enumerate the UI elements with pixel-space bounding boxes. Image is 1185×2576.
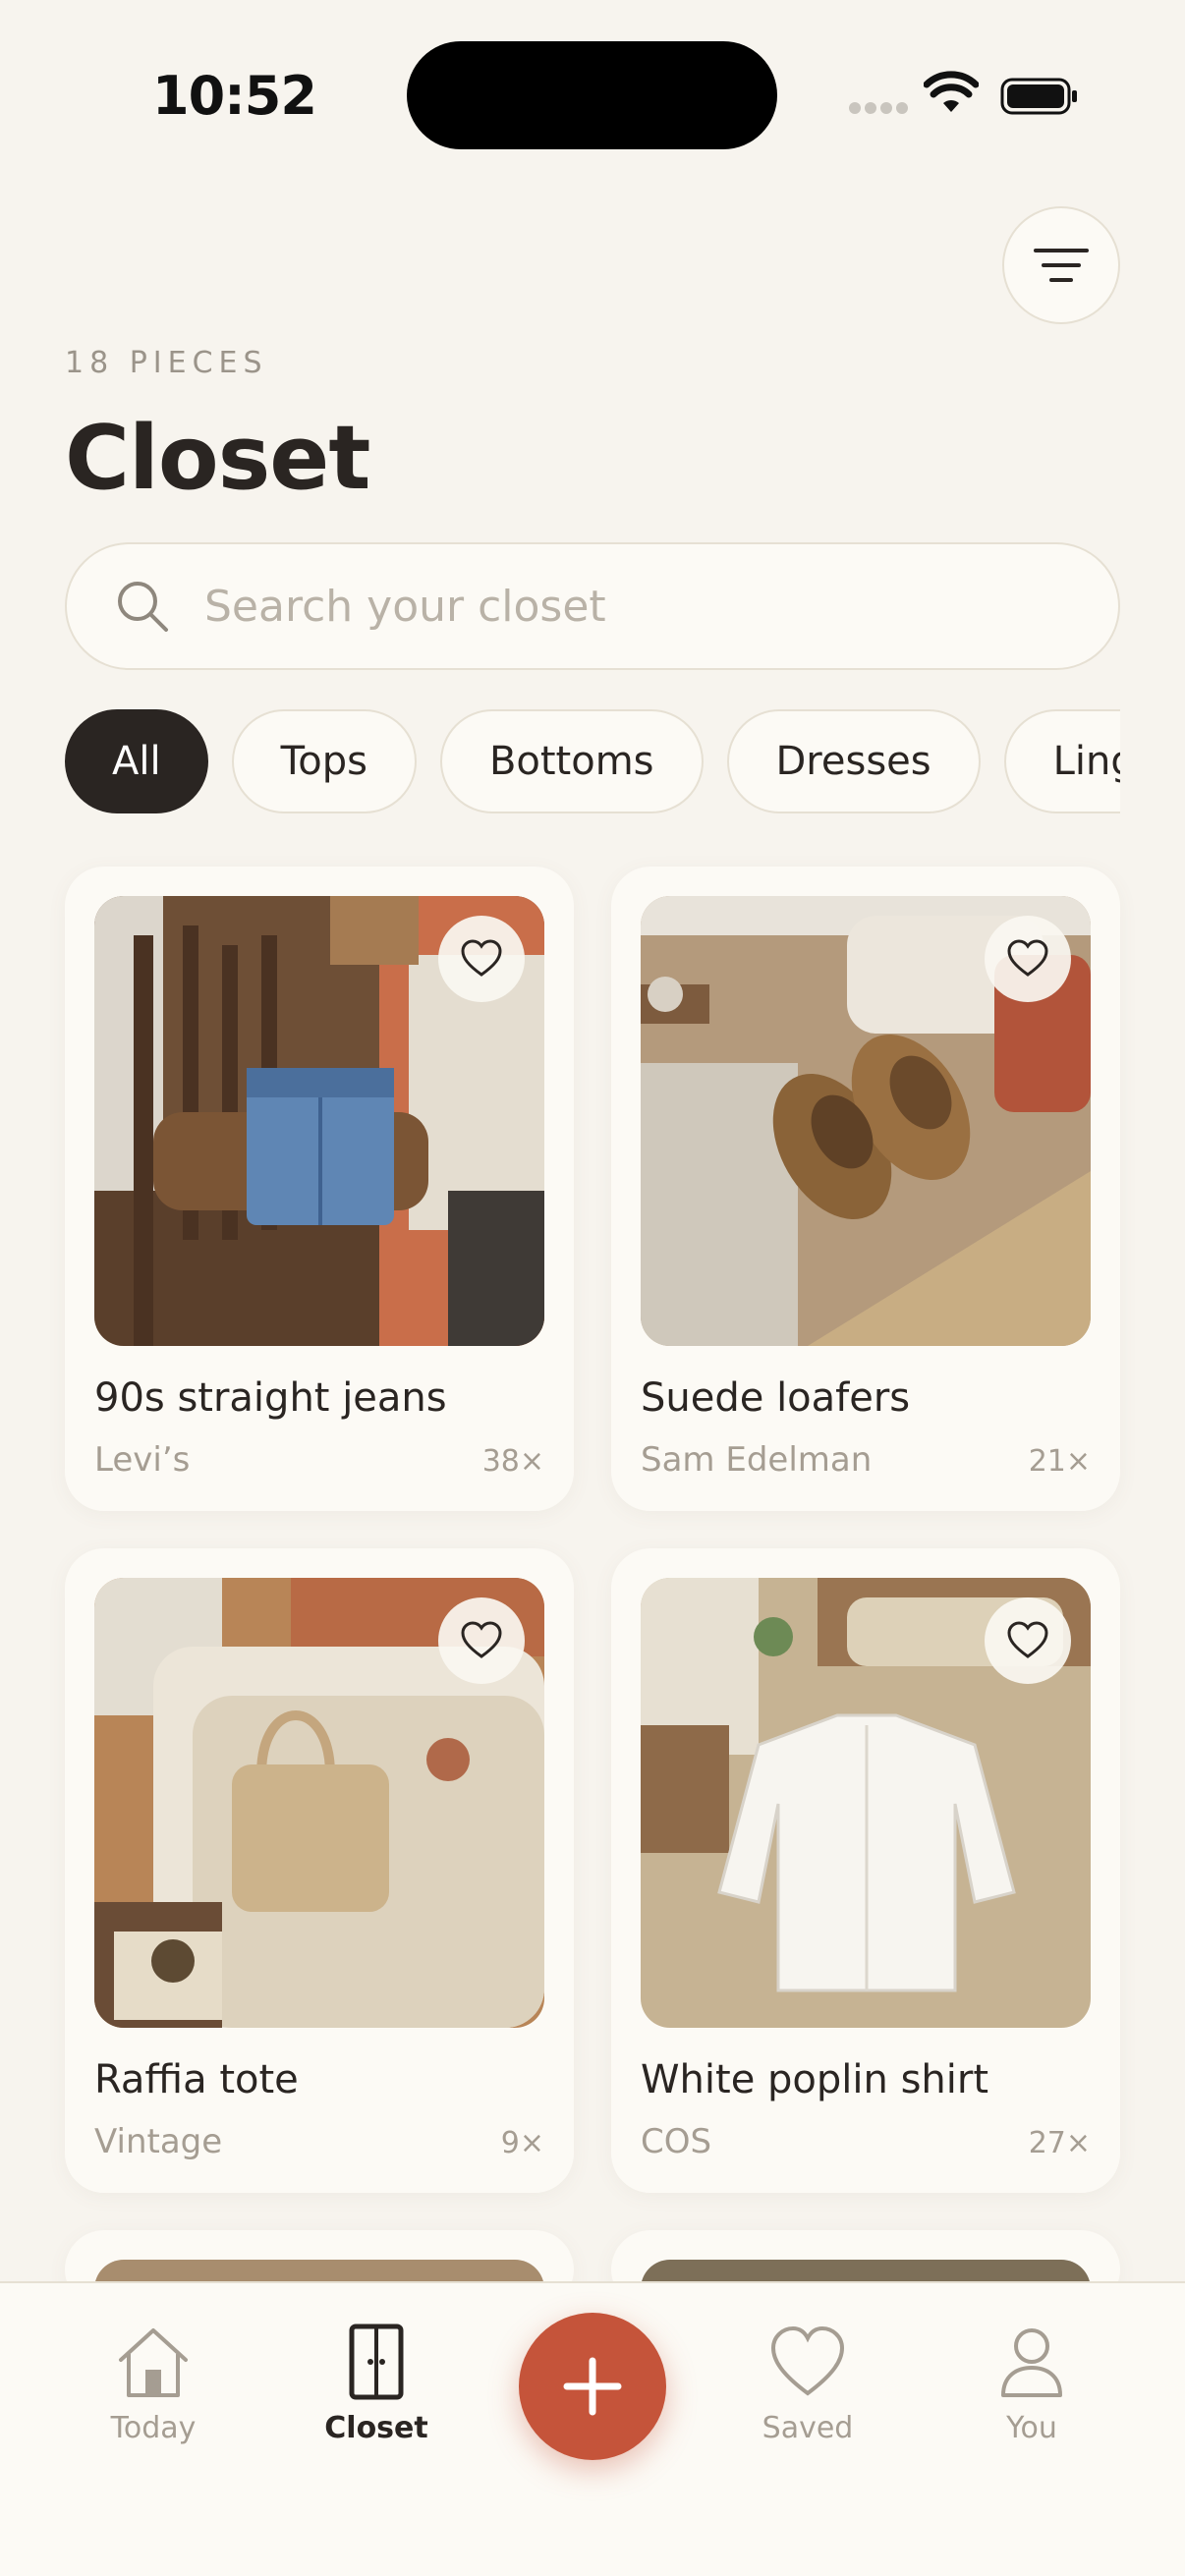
tab-closet[interactable]: Closet <box>288 2323 465 2445</box>
chip-bottoms[interactable]: Bottoms <box>439 709 704 813</box>
item-card[interactable]: 90s straight jeans Levi’s 38× <box>65 867 574 1511</box>
tab-label-closet: Closet <box>324 2411 428 2445</box>
search-icon <box>118 582 168 632</box>
dynamic-island <box>407 41 777 149</box>
filter-icon <box>1034 249 1089 282</box>
favorite-button[interactable] <box>985 916 1071 1002</box>
tab-label-today: Today <box>110 2411 197 2445</box>
chip-dresses[interactable]: Dresses <box>726 709 981 813</box>
item-photo-shirt <box>641 1578 1091 2028</box>
item-name: Suede loafers <box>641 1375 911 1421</box>
item-brand: Levi’s <box>94 1440 191 1480</box>
cellular-signal-icon <box>849 102 908 116</box>
add-item-button[interactable] <box>519 2313 666 2460</box>
wardrobe-icon <box>349 2324 404 2400</box>
plus-icon <box>563 2357 622 2416</box>
search-placeholder: Search your closet <box>204 581 606 632</box>
item-brand: COS <box>641 2122 712 2161</box>
chip-all[interactable]: All <box>65 709 208 813</box>
item-brand: Sam Edelman <box>641 1440 873 1480</box>
page-title: Closet <box>65 407 370 510</box>
item-wear-count: 21× <box>1028 1444 1091 1479</box>
item-photo-tote <box>94 1578 544 2028</box>
item-name: Raffia tote <box>94 2057 299 2102</box>
wifi-icon <box>924 71 979 112</box>
item-brand: Vintage <box>94 2122 223 2161</box>
tab-saved[interactable]: Saved <box>719 2323 896 2445</box>
tab-today[interactable]: Today <box>65 2323 242 2445</box>
heart-icon <box>1007 939 1048 977</box>
item-card[interactable]: Suede loafers Sam Edelman 21× <box>611 867 1120 1511</box>
battery-icon <box>1000 78 1077 115</box>
item-card[interactable]: White poplin shirt COS 27× <box>611 1548 1120 2193</box>
person-icon <box>1001 2328 1062 2397</box>
category-filter-bar: All Tops Bottoms Dresses Linge <box>65 709 1120 817</box>
chip-lingerie[interactable]: Linge <box>1003 709 1120 813</box>
heart-icon <box>461 939 502 977</box>
favorite-button[interactable] <box>438 1597 525 1684</box>
heart-icon <box>1007 1621 1048 1658</box>
item-photo-jeans <box>94 896 544 1346</box>
item-name: White poplin shirt <box>641 2057 989 2102</box>
item-count-label: 18 PIECES <box>65 346 268 380</box>
search-input[interactable]: Search your closet <box>65 542 1120 670</box>
tab-you[interactable]: You <box>943 2323 1120 2445</box>
house-icon <box>119 2328 188 2397</box>
item-photo-loafers <box>641 896 1091 1346</box>
favorite-button[interactable] <box>985 1597 1071 1684</box>
tab-label-you: You <box>1006 2411 1057 2445</box>
favorite-button[interactable] <box>438 916 525 1002</box>
status-time: 10:52 <box>152 65 317 127</box>
tab-label-saved: Saved <box>762 2411 854 2445</box>
item-wear-count: 27× <box>1028 2126 1091 2160</box>
chip-tops[interactable]: Tops <box>231 709 417 813</box>
heart-icon <box>770 2325 845 2396</box>
item-name: 90s straight jeans <box>94 1375 447 1421</box>
tab-bar: Today Closet Saved You <box>0 2281 1185 2576</box>
filter-button[interactable] <box>1002 206 1120 324</box>
heart-icon <box>461 1621 502 1658</box>
item-card[interactable]: Raffia tote Vintage 9× <box>65 1548 574 2193</box>
item-wear-count: 38× <box>481 1444 544 1479</box>
item-wear-count: 9× <box>500 2126 544 2160</box>
